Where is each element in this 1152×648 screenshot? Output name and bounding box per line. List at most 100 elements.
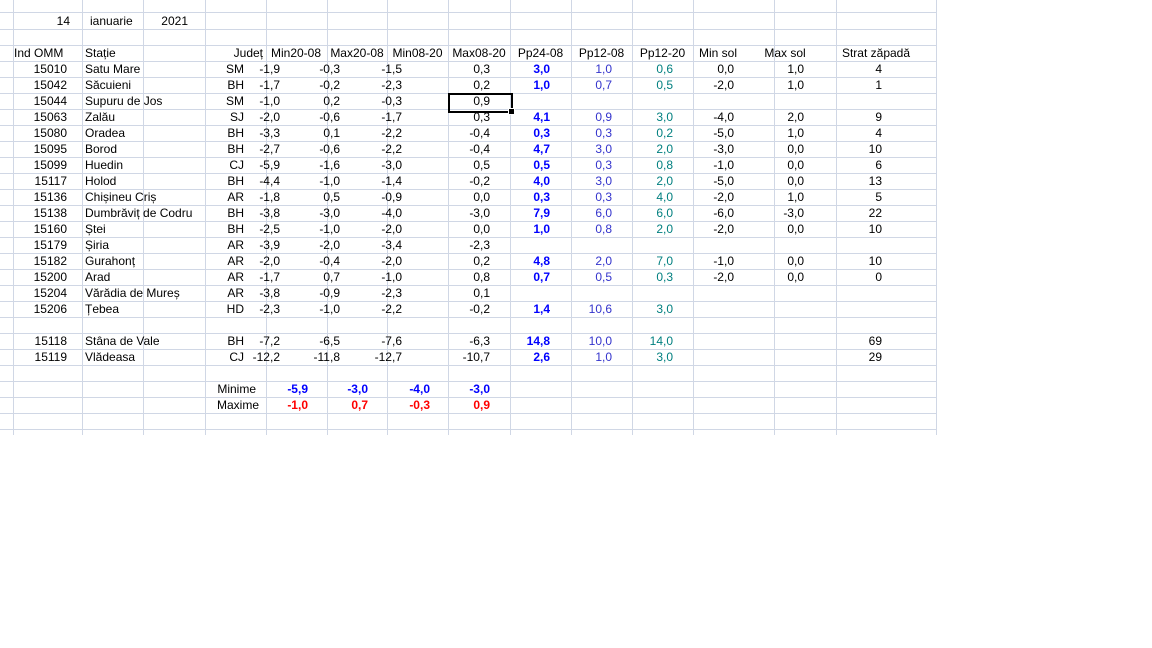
- table-cell[interactable]: 15138: [14, 205, 67, 221]
- table-cell[interactable]: -3,0: [674, 141, 734, 157]
- table-cell[interactable]: -0,4: [430, 125, 490, 141]
- table-cell[interactable]: 15179: [14, 237, 67, 253]
- table-cell[interactable]: 0,0: [744, 157, 804, 173]
- table-cell[interactable]: 0,7: [552, 77, 612, 93]
- table-cell[interactable]: 0,1: [430, 285, 490, 301]
- table-cell[interactable]: 15063: [14, 109, 67, 125]
- table-cell[interactable]: 15118: [14, 333, 67, 349]
- table-cell[interactable]: 15044: [14, 93, 67, 109]
- table-cell[interactable]: 0,5: [430, 157, 490, 173]
- table-cell[interactable]: -3,0: [430, 205, 490, 221]
- table-cell[interactable]: 0,1: [280, 125, 340, 141]
- table-cell[interactable]: 0,2: [613, 125, 673, 141]
- maxime-value[interactable]: 0,7: [318, 397, 368, 413]
- fill-handle[interactable]: [508, 108, 515, 115]
- table-cell[interactable]: 0,3: [490, 125, 550, 141]
- table-cell[interactable]: 0,7: [280, 269, 340, 285]
- table-cell[interactable]: 0,0: [430, 221, 490, 237]
- column-header[interactable]: Pp12-20: [632, 45, 693, 61]
- table-cell[interactable]: 1,0: [490, 221, 550, 237]
- table-cell[interactable]: -5,0: [674, 173, 734, 189]
- table-cell[interactable]: 15204: [14, 285, 67, 301]
- table-cell[interactable]: -2,0: [674, 189, 734, 205]
- table-cell[interactable]: -0,6: [280, 141, 340, 157]
- table-cell[interactable]: 15042: [14, 77, 67, 93]
- table-cell[interactable]: 3,0: [613, 349, 673, 365]
- table-cell[interactable]: -3,8: [220, 285, 280, 301]
- table-cell[interactable]: -3,9: [220, 237, 280, 253]
- table-cell[interactable]: 1,0: [490, 77, 550, 93]
- table-cell[interactable]: -3,3: [220, 125, 280, 141]
- table-cell[interactable]: -2,0: [342, 253, 402, 269]
- minime-value[interactable]: -4,0: [380, 381, 430, 397]
- table-cell[interactable]: 0,0: [744, 173, 804, 189]
- table-cell[interactable]: -4,4: [220, 173, 280, 189]
- minime-value[interactable]: -5,9: [258, 381, 308, 397]
- table-cell[interactable]: 10: [822, 221, 882, 237]
- table-cell[interactable]: 0,8: [430, 269, 490, 285]
- table-cell[interactable]: 0,3: [552, 189, 612, 205]
- table-cell[interactable]: 0,8: [613, 157, 673, 173]
- table-cell[interactable]: 3,0: [552, 173, 612, 189]
- table-cell[interactable]: -4,0: [674, 109, 734, 125]
- table-cell[interactable]: 14,0: [613, 333, 673, 349]
- table-cell[interactable]: -2,0: [280, 237, 340, 253]
- table-cell[interactable]: -0,3: [280, 61, 340, 77]
- table-cell[interactable]: 4,0: [490, 173, 550, 189]
- table-cell[interactable]: -0,2: [280, 77, 340, 93]
- table-cell[interactable]: 1: [822, 77, 882, 93]
- column-header[interactable]: Min08-20: [387, 45, 448, 61]
- table-cell[interactable]: -3,0: [342, 157, 402, 173]
- table-cell[interactable]: 69: [822, 333, 882, 349]
- table-cell[interactable]: 6,0: [552, 205, 612, 221]
- table-cell[interactable]: 15099: [14, 157, 67, 173]
- table-cell[interactable]: 1,0: [744, 61, 804, 77]
- table-cell[interactable]: 0,5: [552, 269, 612, 285]
- table-cell[interactable]: 15160: [14, 221, 67, 237]
- table-cell[interactable]: 3,0: [613, 301, 673, 317]
- table-cell[interactable]: -1,8: [220, 189, 280, 205]
- table-cell[interactable]: -7,2: [220, 333, 280, 349]
- table-cell[interactable]: -0,4: [430, 141, 490, 157]
- table-cell[interactable]: -1,0: [220, 93, 280, 109]
- table-cell[interactable]: 29: [822, 349, 882, 365]
- table-cell[interactable]: 7,0: [613, 253, 673, 269]
- table-cell[interactable]: -1,7: [220, 77, 280, 93]
- table-cell[interactable]: 13: [822, 173, 882, 189]
- column-header[interactable]: Min sol: [693, 45, 743, 61]
- table-cell[interactable]: -2,3: [342, 77, 402, 93]
- table-cell[interactable]: 15200: [14, 269, 67, 285]
- date-year-cell[interactable]: 2021: [144, 13, 188, 29]
- table-cell[interactable]: 9: [822, 109, 882, 125]
- table-cell[interactable]: 0,8: [552, 221, 612, 237]
- maxime-value[interactable]: 0,9: [440, 397, 490, 413]
- table-cell[interactable]: 10: [822, 253, 882, 269]
- table-cell[interactable]: 0: [822, 269, 882, 285]
- table-cell[interactable]: -6,5: [280, 333, 340, 349]
- table-cell[interactable]: -1,6: [280, 157, 340, 173]
- table-cell[interactable]: -2,0: [342, 221, 402, 237]
- table-cell[interactable]: 7,9: [490, 205, 550, 221]
- minime-value[interactable]: -3,0: [440, 381, 490, 397]
- table-cell[interactable]: 4: [822, 61, 882, 77]
- table-cell[interactable]: -4,0: [342, 205, 402, 221]
- table-cell[interactable]: 1,0: [552, 349, 612, 365]
- table-cell[interactable]: -5,0: [674, 125, 734, 141]
- table-cell[interactable]: -1,0: [280, 301, 340, 317]
- table-cell[interactable]: 0,5: [613, 77, 673, 93]
- table-cell[interactable]: 0,3: [552, 125, 612, 141]
- table-cell[interactable]: 0,3: [613, 269, 673, 285]
- table-cell[interactable]: -1,0: [280, 173, 340, 189]
- table-cell[interactable]: 1,0: [552, 61, 612, 77]
- table-cell[interactable]: -1,7: [342, 109, 402, 125]
- table-cell[interactable]: -7,6: [342, 333, 402, 349]
- table-cell[interactable]: 1,0: [744, 125, 804, 141]
- table-cell[interactable]: 0,2: [280, 93, 340, 109]
- table-cell[interactable]: -2,3: [430, 237, 490, 253]
- table-cell[interactable]: -3,4: [342, 237, 402, 253]
- table-cell[interactable]: -0,3: [342, 93, 402, 109]
- spreadsheet-grid[interactable]: 14 ianuarie 2021 Ind OMM Stație Județ Min20-08…: [0, 0, 937, 435]
- column-header[interactable]: Ind OMM: [14, 45, 76, 61]
- table-cell[interactable]: -1,0: [280, 221, 340, 237]
- table-cell[interactable]: 1,4: [490, 301, 550, 317]
